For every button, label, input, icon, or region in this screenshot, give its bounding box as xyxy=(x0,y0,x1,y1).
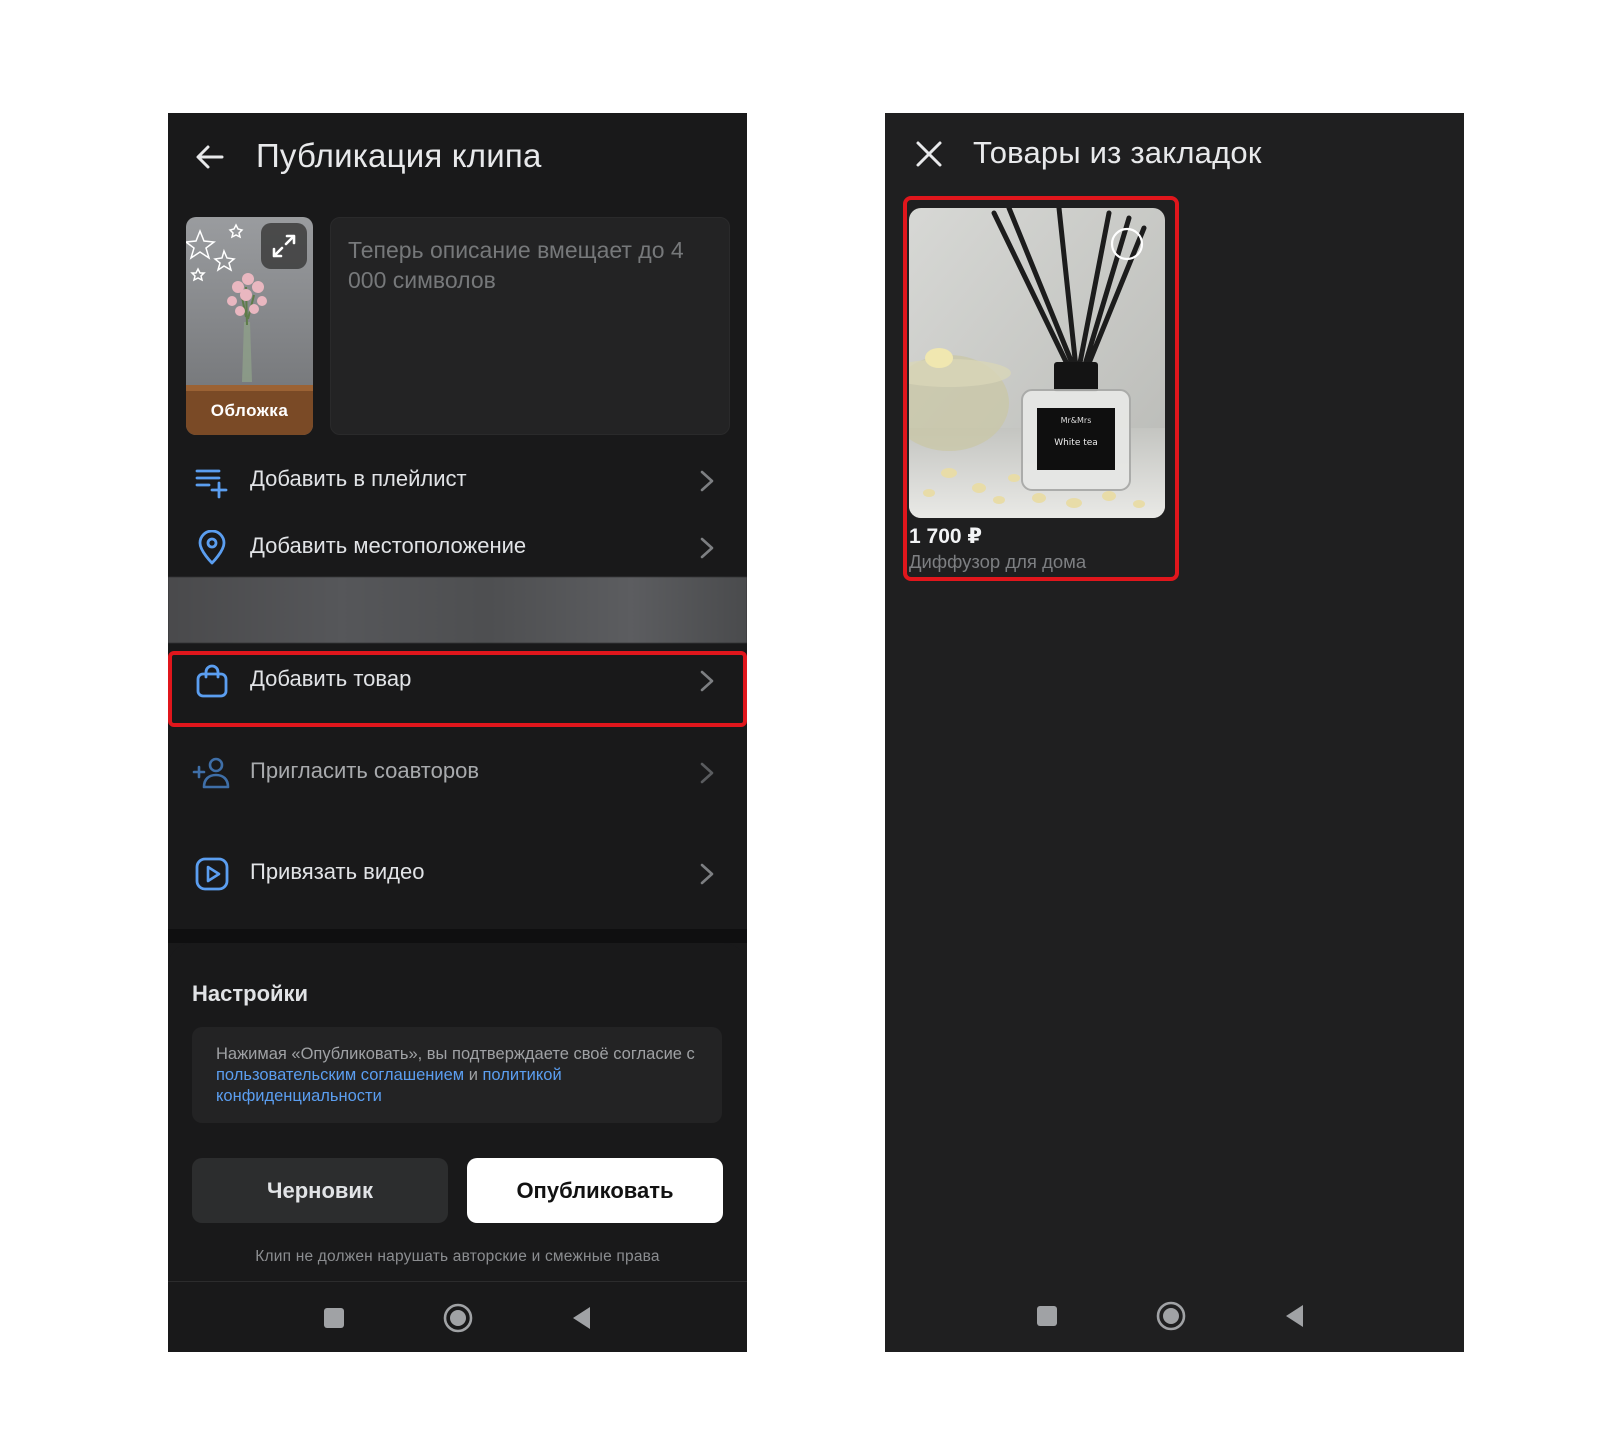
invite-coauthors-row[interactable]: Пригласить соавторов xyxy=(168,739,747,805)
description-placeholder: Теперь описание вмещает до 4 000 символо… xyxy=(348,237,684,293)
section-separator xyxy=(168,929,747,943)
description-field[interactable]: Теперь описание вмещает до 4 000 символо… xyxy=(330,217,730,435)
row-label: Пригласить соавторов xyxy=(250,758,480,783)
bookmarked-products-screen: Товары из закладок Mr&Mrs White tea 1 70… xyxy=(885,113,1464,1352)
chevron-right-icon xyxy=(700,762,714,784)
system-nav-bar xyxy=(885,1282,1464,1352)
home-icon[interactable] xyxy=(1155,1300,1187,1332)
add-person-icon xyxy=(192,757,230,789)
terms-mid: и xyxy=(464,1066,483,1084)
recent-apps-icon[interactable] xyxy=(1033,1302,1061,1330)
terms-text: Нажимая «Опубликовать», вы подтверждаете… xyxy=(216,1044,706,1107)
add-to-playlist-row[interactable]: Добавить в плейлист xyxy=(168,447,747,513)
row-label: Добавить местоположение xyxy=(250,533,527,558)
back-nav-icon[interactable] xyxy=(568,1304,596,1332)
link-video-row[interactable]: Привязать видео xyxy=(168,840,747,906)
row-label: Привязать видео xyxy=(250,859,425,884)
highlight-frame xyxy=(168,651,747,727)
expand-icon xyxy=(272,234,296,258)
settings-title: Настройки xyxy=(192,981,309,1006)
cover-label: Обложка xyxy=(210,401,289,420)
close-icon[interactable] xyxy=(914,139,944,169)
location-pin-icon xyxy=(198,530,226,565)
copyright-note: Клип не должен нарушать авторские и смеж… xyxy=(255,1248,660,1265)
publish-clip-screen: Публикация клипа Обложка Теперь описание… xyxy=(168,113,747,1352)
back-nav-icon[interactable] xyxy=(1281,1302,1309,1330)
page-title: Публикация клипа xyxy=(256,137,542,174)
back-arrow-icon[interactable] xyxy=(192,139,228,175)
recent-apps-icon[interactable] xyxy=(320,1304,348,1332)
video-link-icon xyxy=(195,857,229,891)
playlist-add-icon xyxy=(195,469,228,499)
expand-button[interactable] xyxy=(261,223,307,269)
blurred-row xyxy=(168,577,747,643)
chevron-right-icon xyxy=(700,537,714,559)
terms-box: Нажимая «Опубликовать», вы подтверждаете… xyxy=(192,1027,722,1123)
system-nav-bar xyxy=(168,1281,747,1352)
chevron-right-icon xyxy=(700,863,714,885)
page-title: Товары из закладок xyxy=(973,135,1262,170)
publish-button[interactable]: Опубликовать xyxy=(467,1158,723,1223)
highlight-frame xyxy=(903,196,1179,581)
terms-prefix: Нажимая «Опубликовать», вы подтверждаете… xyxy=(216,1045,695,1063)
add-location-row[interactable]: Добавить местоположение xyxy=(168,514,747,580)
cover-thumbnail[interactable]: Обложка xyxy=(186,217,313,435)
user-agreement-link[interactable]: пользовательским соглашением xyxy=(216,1066,464,1084)
home-icon[interactable] xyxy=(442,1302,474,1334)
chevron-right-icon xyxy=(700,470,714,492)
row-label: Добавить в плейлист xyxy=(250,466,467,491)
draft-button[interactable]: Черновик xyxy=(192,1158,448,1223)
